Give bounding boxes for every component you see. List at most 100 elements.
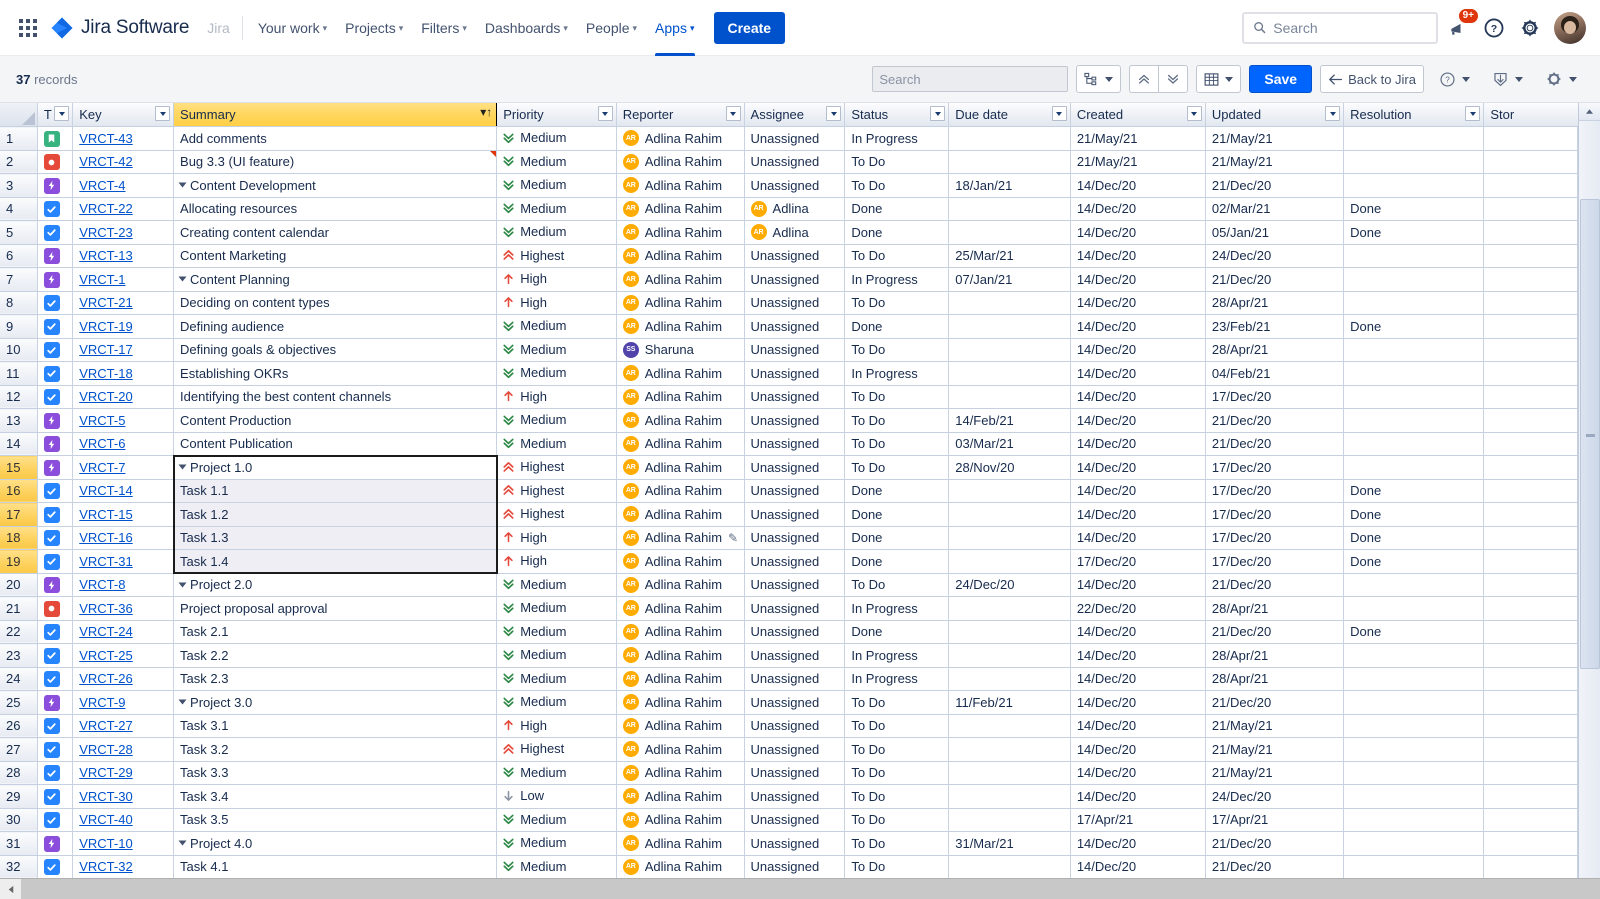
- cell-issue-key[interactable]: VRCT-13: [72, 244, 175, 268]
- cell-created[interactable]: 14/Dec/20: [1070, 173, 1206, 198]
- cell-priority[interactable]: Medium: [496, 831, 617, 856]
- cell-created[interactable]: 14/Dec/20: [1070, 761, 1206, 785]
- issue-key-link[interactable]: VRCT-20: [79, 389, 132, 404]
- cell-updated[interactable]: 28/Apr/21: [1205, 596, 1345, 621]
- cell-reporter[interactable]: AR Adlina Rahim: [616, 197, 745, 221]
- table-row[interactable]: 29 VRCT-30 Task 3.4 Low AR Adlina Rahim Unassi…: [0, 784, 1578, 809]
- cell-due-date[interactable]: 18/Jan/21: [948, 173, 1071, 198]
- cell-status[interactable]: To Do: [844, 338, 950, 362]
- cell-status[interactable]: In Progress: [844, 126, 950, 151]
- cell-reporter[interactable]: AR Adlina Rahim: [616, 784, 745, 809]
- cell-summary[interactable]: Content Publication: [173, 432, 498, 456]
- cell-priority[interactable]: High: [496, 267, 617, 292]
- table-row[interactable]: 4 VRCT-22 Allocating resources Medium AR Adli…: [0, 197, 1578, 221]
- cell-summary[interactable]: Creating content calendar: [173, 220, 498, 245]
- table-row[interactable]: 3 VRCT-4 Content Development Medium AR Adlina…: [0, 173, 1578, 198]
- table-row[interactable]: 6 VRCT-13 Content Marketing Highest AR Adlina…: [0, 244, 1578, 268]
- table-row[interactable]: 27 VRCT-28 Task 3.2 Highest AR Adlina Rahim Un…: [0, 737, 1578, 762]
- cell-summary[interactable]: Task 1.1: [173, 479, 498, 503]
- cell-resolution[interactable]: [1343, 690, 1485, 715]
- cell-updated[interactable]: 24/Dec/20: [1205, 244, 1345, 268]
- cell-created[interactable]: 14/Dec/20: [1070, 220, 1206, 245]
- row-number[interactable]: 4: [0, 197, 38, 221]
- cell-summary[interactable]: Defining goals & objectives: [173, 338, 498, 362]
- row-number[interactable]: 29: [0, 784, 38, 809]
- cell-issue-type[interactable]: [37, 667, 74, 691]
- row-number[interactable]: 17: [0, 502, 38, 527]
- row-number[interactable]: 14: [0, 432, 38, 456]
- cell-summary[interactable]: Defining audience: [173, 314, 498, 339]
- cell-priority[interactable]: Medium: [496, 643, 617, 668]
- row-number[interactable]: 11: [0, 361, 38, 386]
- cell-status[interactable]: In Progress: [844, 361, 950, 386]
- cell-resolution[interactable]: [1343, 784, 1485, 809]
- apps-grid-icon[interactable]: [16, 16, 40, 40]
- cell-issue-key[interactable]: VRCT-16: [72, 526, 175, 550]
- cell-story-points[interactable]: [1483, 408, 1578, 433]
- cell-reporter[interactable]: AR Adlina Rahim: [616, 549, 745, 574]
- row-number[interactable]: 7: [0, 267, 38, 292]
- create-button[interactable]: Create: [713, 11, 786, 44]
- cell-resolution[interactable]: [1343, 267, 1485, 292]
- cell-resolution[interactable]: Done: [1343, 479, 1485, 503]
- cell-priority[interactable]: Medium: [496, 150, 617, 174]
- cell-status[interactable]: To Do: [844, 150, 950, 174]
- cell-issue-type[interactable]: [37, 244, 74, 268]
- column-header-priority[interactable]: Priority: [496, 103, 617, 127]
- cell-status[interactable]: Done: [844, 479, 950, 503]
- cell-story-points[interactable]: [1483, 455, 1578, 480]
- row-number[interactable]: 13: [0, 408, 38, 433]
- cell-issue-type[interactable]: [37, 573, 74, 597]
- cell-summary[interactable]: Task 3.1: [173, 714, 498, 738]
- cell-issue-type[interactable]: [37, 761, 74, 785]
- cell-issue-key[interactable]: VRCT-5: [72, 408, 175, 433]
- cell-reporter[interactable]: AR Adlina Rahim: [616, 361, 745, 386]
- cell-resolution[interactable]: [1343, 385, 1485, 409]
- table-row[interactable]: 28 VRCT-29 Task 3.3 Medium AR Adlina Rahim Una…: [0, 761, 1578, 785]
- cell-created[interactable]: 14/Dec/20: [1070, 667, 1206, 691]
- cell-updated[interactable]: 17/Dec/20: [1205, 385, 1345, 409]
- expand-toggle-icon[interactable]: [178, 699, 187, 705]
- cell-reporter[interactable]: AR Adlina Rahim: [616, 643, 745, 668]
- cell-created[interactable]: 14/Dec/20: [1070, 620, 1206, 644]
- cell-status[interactable]: Done: [844, 220, 950, 245]
- help-button[interactable]: ?: [1478, 12, 1510, 44]
- cell-issue-key[interactable]: VRCT-6: [72, 432, 175, 456]
- cell-assignee[interactable]: Unassigned: [744, 244, 846, 268]
- cell-issue-key[interactable]: VRCT-17: [72, 338, 175, 362]
- cell-issue-type[interactable]: [37, 714, 74, 738]
- table-row[interactable]: 9 VRCT-19 Defining audience Medium AR Adlina …: [0, 314, 1578, 339]
- row-number[interactable]: 30: [0, 808, 38, 832]
- cell-priority[interactable]: Medium: [496, 596, 617, 621]
- cell-resolution[interactable]: [1343, 408, 1485, 433]
- cell-issue-type[interactable]: [37, 808, 74, 832]
- issue-key-link[interactable]: VRCT-25: [79, 648, 132, 663]
- cell-resolution[interactable]: Done: [1343, 314, 1485, 339]
- cell-summary[interactable]: Project 3.0: [173, 690, 498, 715]
- table-row[interactable]: 15 VRCT-7 Project 1.0 Highest AR Adlina Rahim…: [0, 455, 1578, 480]
- cell-status[interactable]: Done: [844, 549, 950, 574]
- cell-assignee[interactable]: Unassigned: [744, 573, 846, 597]
- toolbar-settings-button[interactable]: [1538, 65, 1584, 93]
- collapse-all-button[interactable]: [1129, 65, 1159, 93]
- row-number[interactable]: 10: [0, 338, 38, 362]
- cell-created[interactable]: 14/Dec/20: [1070, 690, 1206, 715]
- cell-assignee[interactable]: Unassigned: [744, 831, 846, 856]
- cell-status[interactable]: To Do: [844, 244, 950, 268]
- cell-status[interactable]: To Do: [844, 831, 950, 856]
- global-search-input[interactable]: [1273, 19, 1427, 36]
- cell-summary[interactable]: Task 1.2: [173, 502, 498, 527]
- vertical-scroll-thumb[interactable]: [1580, 199, 1600, 669]
- cell-assignee[interactable]: Unassigned: [744, 455, 846, 480]
- cell-reporter[interactable]: AR Adlina Rahim: [616, 432, 745, 456]
- cell-due-date[interactable]: 28/Nov/20: [948, 455, 1071, 480]
- cell-issue-key[interactable]: VRCT-31: [72, 549, 175, 574]
- cell-issue-key[interactable]: VRCT-9: [72, 690, 175, 715]
- cell-story-points[interactable]: [1483, 150, 1578, 174]
- cell-due-date[interactable]: 07/Jan/21: [948, 267, 1071, 292]
- table-row[interactable]: 7 VRCT-1 Content Planning High AR Adlina Rahi…: [0, 267, 1578, 292]
- cell-status[interactable]: Done: [844, 314, 950, 339]
- issue-key-link[interactable]: VRCT-10: [79, 836, 132, 851]
- cell-story-points[interactable]: [1483, 244, 1578, 268]
- cell-summary[interactable]: Project 4.0: [173, 831, 498, 856]
